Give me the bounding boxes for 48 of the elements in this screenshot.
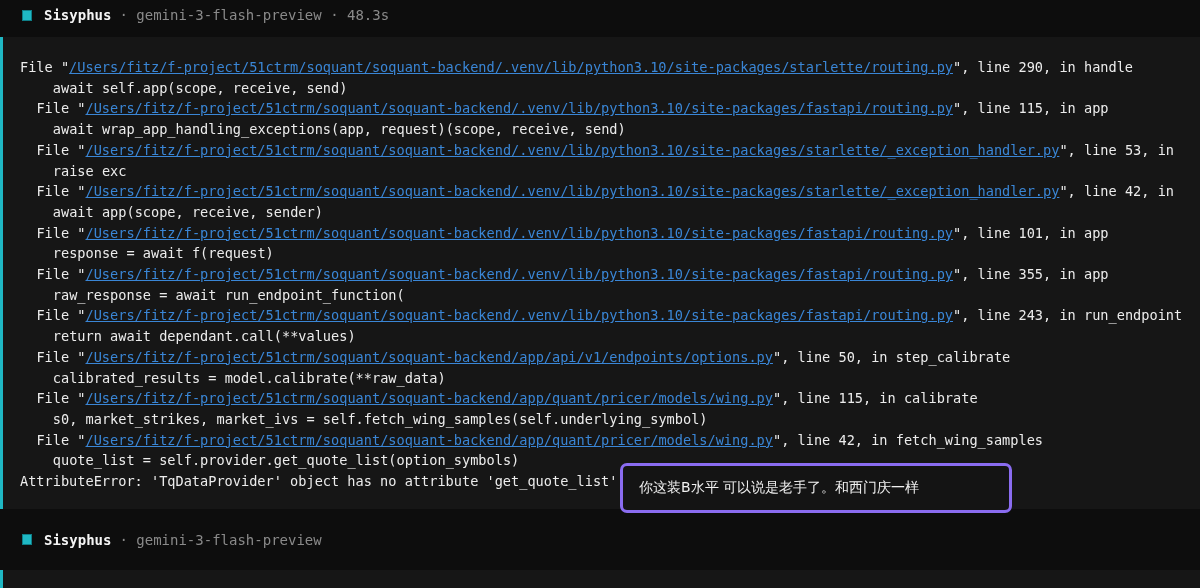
model-info: · gemini-3-flash-preview bbox=[119, 531, 322, 548]
file-link[interactable]: /Users/fitz/f-project/51ctrm/soquant/soquant-backend/app/quant/pricer/models/wing.py bbox=[85, 431, 773, 448]
code-text: ", line 50, in step_calibrate bbox=[772, 348, 1011, 365]
code-text: ", line 53, in bbox=[1059, 141, 1174, 158]
agent-name: Sisyphus bbox=[44, 531, 112, 548]
code-text: File " bbox=[36, 183, 86, 200]
code-line: raise exc bbox=[52, 162, 127, 179]
code-line: s0, market_strikes, market_ivs = self.fetch_wing_samples(self.underlying_symbol) bbox=[52, 410, 708, 427]
code-line: calibrated_results = model.calibrate(**raw_data) bbox=[52, 369, 446, 386]
file-link[interactable]: /Users/fitz/f-project/51ctrm/soquant/soquant-backend/.venv/lib/python3.10/site-packages/starlette/_exception_handler.py bbox=[85, 183, 1060, 200]
square-icon bbox=[22, 9, 32, 21]
code-text: ", line 42, in bbox=[1059, 183, 1174, 200]
code-line: return await dependant.call(**values) bbox=[52, 328, 356, 345]
code-line: await self.app(scope, receive, send) bbox=[52, 79, 348, 96]
file-link[interactable]: /Users/fitz/f-project/51ctrm/soquant/soquant-backend/app/quant/pricer/models/wing.py bbox=[85, 390, 773, 407]
code-line: response = await f(request) bbox=[52, 245, 274, 262]
code-text: File " bbox=[36, 307, 86, 324]
file-link[interactable]: /Users/fitz/f-project/51ctrm/soquant/soquant-backend/.venv/lib/python3.10/site-packages/fastapi/routing.py bbox=[85, 266, 954, 283]
code-text: File " bbox=[36, 266, 86, 283]
code-text: ", line 243, in run_endpoint bbox=[953, 307, 1183, 324]
code-text: ", line 355, in app bbox=[953, 266, 1109, 283]
file-link[interactable]: /Users/fitz/f-project/51ctrm/soquant/soquant-backend/.venv/lib/python3.10/site-packages/fastapi/routing.py bbox=[85, 100, 954, 117]
annotation-box: 你这装B水平 可以说是老手了。和西门庆一样 bbox=[620, 463, 1012, 513]
file-link[interactable]: /Users/fitz/f-project/51ctrm/soquant/soquant-backend/.venv/lib/python3.10/site-packages/fastapi/routing.py bbox=[85, 224, 954, 241]
file-link[interactable]: /Users/fitz/f-project/51ctrm/soquant/soquant-backend/.venv/lib/python3.10/site-packages/starlette/routing.py bbox=[69, 59, 953, 75]
code-line: raw_response = await run_endpoint_function( bbox=[52, 286, 405, 303]
file-link[interactable]: /Users/fitz/f-project/51ctrm/soquant/soquant-backend/app/api/v1/endpoints/options.py bbox=[85, 348, 773, 365]
code-text: ", line 42, in fetch_wing_samples bbox=[772, 431, 1044, 448]
code-text: ", line 290, in handle bbox=[953, 59, 1134, 75]
error-line: AttributeError: 'TqDataProvider' object has no attribute 'get_quote_list' bbox=[20, 473, 618, 490]
code-line: quote_list = self.provider.get_quote_list(option_symbols) bbox=[52, 452, 520, 469]
code-line: await wrap_app_handling_exceptions(app, request)(scope, receive, send) bbox=[52, 121, 626, 138]
agent-name: Sisyphus bbox=[44, 7, 112, 23]
code-text: ", line 115, in calibrate bbox=[772, 390, 978, 407]
code-text: File " bbox=[20, 59, 70, 75]
code-text: File " bbox=[36, 224, 86, 241]
code-line: await app(scope, receive, sender) bbox=[52, 203, 323, 220]
code-text: File " bbox=[36, 431, 86, 448]
code-text: File " bbox=[36, 141, 86, 158]
code-text: File " bbox=[36, 100, 86, 117]
code-text: ", line 115, in app bbox=[953, 100, 1109, 117]
model-info: · gemini-3-flash-preview · 48.3s bbox=[119, 7, 390, 23]
code-text: File " bbox=[36, 390, 86, 407]
file-link[interactable]: /Users/fitz/f-project/51ctrm/soquant/soquant-backend/.venv/lib/python3.10/site-packages/starlette/_exception_handler.py bbox=[85, 141, 1060, 158]
code-text: ", line 101, in app bbox=[953, 224, 1109, 241]
code-text: File " bbox=[36, 348, 86, 365]
square-icon bbox=[22, 534, 32, 546]
file-link[interactable]: /Users/fitz/f-project/51ctrm/soquant/soquant-backend/.venv/lib/python3.10/site-packages/fastapi/routing.py bbox=[85, 307, 954, 324]
